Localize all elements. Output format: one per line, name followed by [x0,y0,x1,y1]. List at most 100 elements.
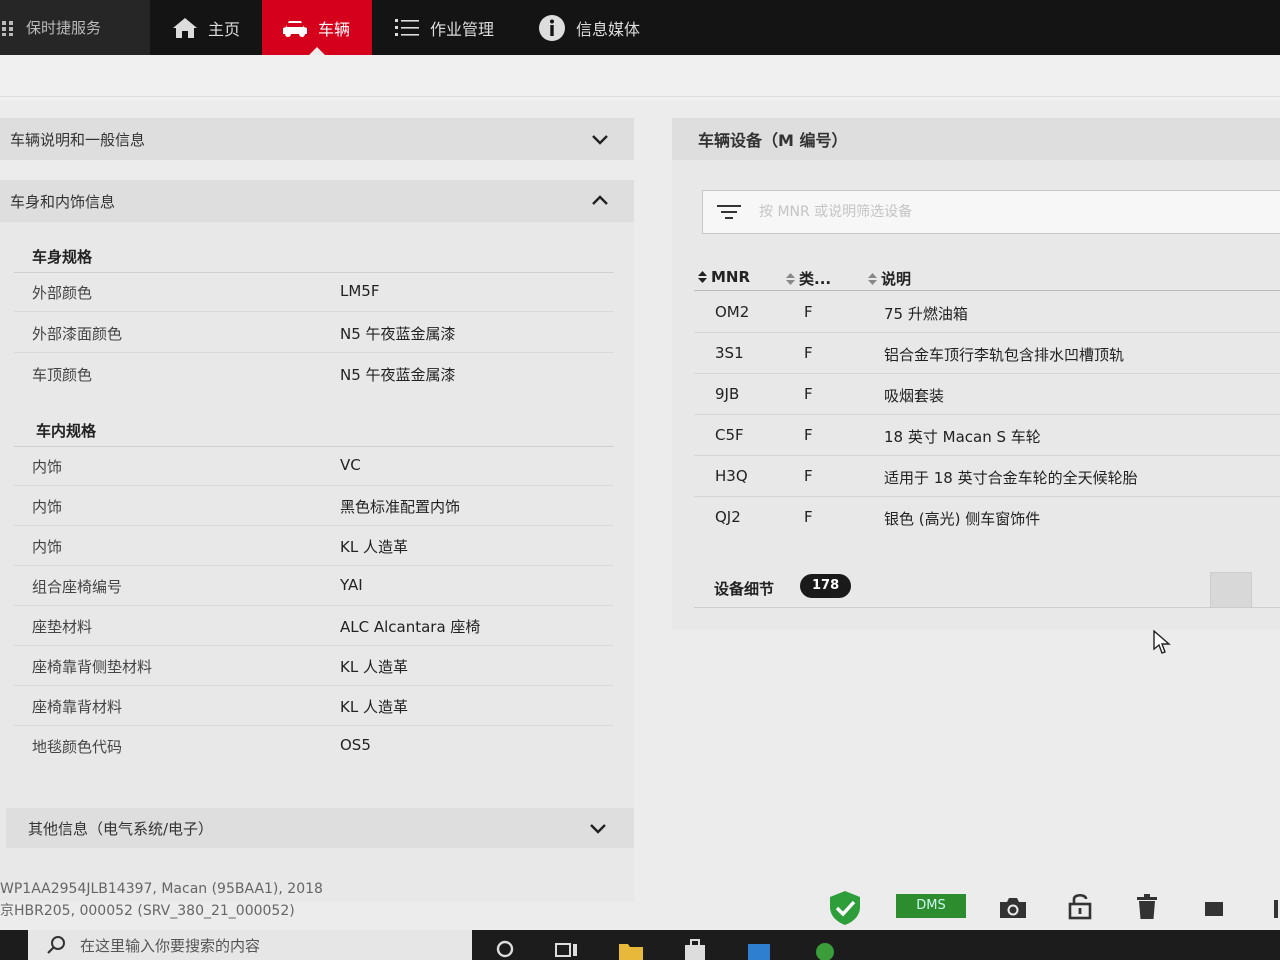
car-icon [283,20,308,37]
column-label: 类... [799,270,832,288]
stop-icon[interactable] [1205,902,1223,916]
list-icon [395,18,420,36]
spec-row: 座椅靠背侧垫材料 KL 人造革 [14,646,614,686]
spec-value: YAI [340,576,363,594]
column-header-mnr[interactable]: MNR [698,268,750,286]
divider [694,290,1280,291]
spec-row: 地毯颜色代码 OS5 [14,726,614,766]
spec-label: 座椅靠背侧垫材料 [32,658,153,676]
table-row[interactable]: C5F F 18 英寸 Macan S 车轮 [694,415,1280,456]
spec-label: 内饰 [32,538,63,556]
spec-value: LM5F [340,282,380,300]
folder-icon[interactable] [618,938,644,960]
cell-mnr: 3S1 [715,344,744,362]
table-row[interactable]: OM2 F 75 升燃油箱 [694,292,1280,333]
nav-item-label: 主页 [208,19,241,39]
divider [0,96,1280,97]
app-grid-icon [2,20,13,36]
section-title-body-spec: 车身规格 [32,248,93,266]
task-view-icon[interactable] [554,938,580,960]
section-title-interior-spec: 车内规格 [36,422,97,440]
filter-input[interactable] [759,204,1239,220]
sort-icon [868,272,877,285]
spec-row: 座椅靠背材料 KL 人造革 [14,686,614,726]
spec-label: 外部漆面颜色 [32,325,123,343]
camera-icon[interactable] [998,896,1028,920]
column-label: 说明 [881,270,912,288]
nav-item-vehicle[interactable]: 车辆 [262,0,373,55]
accordion-title: 其他信息（电气系统/电子） [28,819,214,838]
nav-item-label: 车辆 [318,19,351,39]
cell-mnr: OM2 [715,303,750,321]
cell-category: F [804,508,813,526]
spec-row: 外部颜色 LM5F [14,272,614,312]
accordion-title: 车身和内饰信息 [10,192,116,211]
app-icon[interactable] [812,938,838,960]
nav-item-label: 作业管理 [430,19,495,39]
spec-label: 外部颜色 [32,284,93,302]
spec-label: 车顶颜色 [32,366,93,384]
column-header-description[interactable]: 说明 [868,268,911,289]
equipment-filter[interactable] [702,190,1280,234]
sort-icon [786,272,795,285]
info-icon [539,14,566,41]
cell-description: 18 英寸 Macan S 车轮 [884,428,1041,446]
unlock-icon[interactable] [1068,892,1092,920]
chevron-down-icon [592,135,608,145]
spec-value: 黑色标准配置内饰 [340,498,461,516]
nav-brand[interactable]: 保时捷服务 [0,0,150,55]
nav-item-home[interactable]: 主页 [150,0,262,55]
spec-label: 座椅靠背材料 [32,698,123,716]
home-icon [173,17,197,38]
taskbar-search-placeholder: 在这里输入你要搜索的内容 [80,936,261,955]
nav-item-info-media[interactable]: 信息媒体 [516,0,662,55]
trash-icon[interactable] [1137,894,1157,920]
cell-description: 吸烟套装 [884,387,945,405]
spec-row: 外部漆面颜色 N5 午夜蓝金属漆 [14,313,614,353]
table-row[interactable]: 3S1 F 铝合金车顶行李轨包含排水凹槽顶轨 [694,333,1280,374]
column-header-category[interactable]: 类... [786,268,831,289]
status-toolbar: DMS [0,890,1280,930]
store-icon[interactable] [682,938,708,960]
cell-description: 银色 (高光) 侧车窗饰件 [884,510,1041,528]
show-details-button[interactable] [1210,572,1252,608]
count-badge: 178 [800,574,852,598]
spec-row: 座垫材料 ALC Alcantara 座椅 [14,606,614,646]
accordion-general-info[interactable]: 车辆说明和一般信息 [0,118,634,160]
equipment-details-label: 设备细节 [714,580,775,598]
body-interior-content: 车身规格 外部颜色 LM5F 外部漆面颜色 N5 午夜蓝金属漆 车顶颜色 N5 … [0,222,634,902]
spec-value: KL 人造革 [340,658,408,676]
cell-mnr: 9JB [715,385,740,403]
cell-category: F [804,467,813,485]
accordion-other-info[interactable]: 其他信息（电气系统/电子） [6,808,634,848]
sort-icon [698,271,707,283]
spec-value: ALC Alcantara 座椅 [340,618,481,636]
vehicle-equipment-panel: 车辆设备（M 编号） MNR 类... 说明 OM2 F 75 升燃油箱 3S1… [672,118,1280,630]
vehicle-summary-row [0,55,1280,100]
brand-label: 保时捷服务 [26,19,102,37]
chevron-down-icon [590,824,606,834]
table-row[interactable]: 9JB F 吸烟套装 [694,374,1280,415]
table-row[interactable]: QJ2 F 银色 (高光) 侧车窗饰件 [694,497,1280,538]
cell-mnr: H3Q [715,467,748,485]
vehicle-info-panel: 车辆说明和一般信息 车身和内饰信息 车身规格 外部颜色 LM5F 外部漆面颜色 … [0,118,636,902]
taskbar-search[interactable]: 在这里输入你要搜索的内容 [28,930,472,960]
accordion-body-interior[interactable]: 车身和内饰信息 [0,180,634,222]
spec-value: N5 午夜蓝金属漆 [340,366,456,384]
spec-row: 内饰 黑色标准配置内饰 [14,486,614,526]
shield-check-icon[interactable] [828,890,862,926]
menu-edge-icon[interactable] [1272,900,1280,918]
dms-button[interactable]: DMS [896,894,966,918]
table-row[interactable]: H3Q F 适用于 18 英寸合金车轮的全天候轮胎 [694,456,1280,497]
nav-item-job-management[interactable]: 作业管理 [372,0,516,55]
spec-label: 座垫材料 [32,618,93,636]
column-label: MNR [711,268,751,286]
equipment-details-row[interactable]: 设备细节 178 [694,564,1280,608]
cortana-icon[interactable] [492,938,518,960]
spec-label: 内饰 [32,498,63,516]
mail-icon[interactable] [746,938,772,960]
spec-row: 车顶颜色 N5 午夜蓝金属漆 [14,354,614,394]
mouse-cursor-icon [1153,630,1171,654]
search-icon [47,936,65,954]
windows-taskbar: 在这里输入你要搜索的内容 [0,930,1280,960]
